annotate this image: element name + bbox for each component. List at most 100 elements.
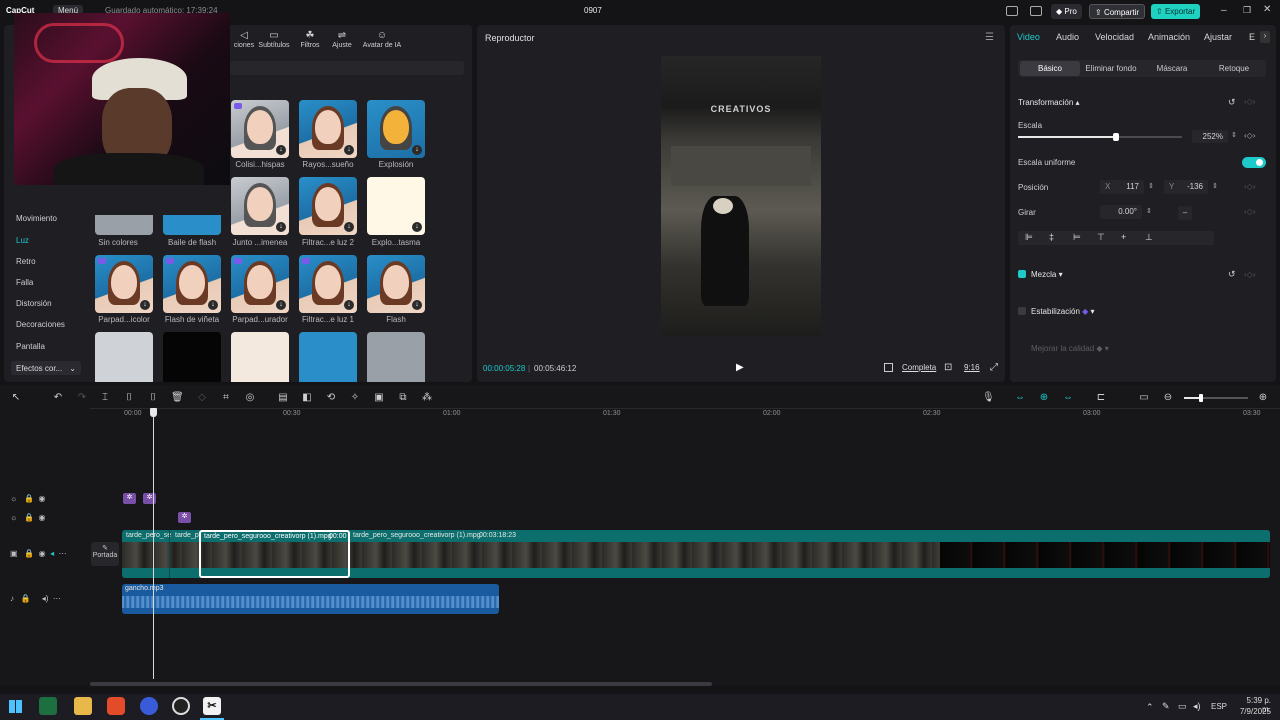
category-movimiento[interactable]: Movimiento	[16, 214, 57, 223]
blend-checkbox[interactable]	[1018, 270, 1026, 278]
category-distorsion[interactable]: Distorsión	[16, 299, 52, 308]
messenger-icon[interactable]	[140, 697, 158, 715]
effect-thumb[interactable]: ↓	[299, 177, 357, 235]
select-tool-icon[interactable]: ↖	[10, 392, 22, 404]
search-input[interactable]	[230, 61, 464, 75]
download-icon[interactable]: ↓	[276, 145, 286, 155]
effect-thumb-partial[interactable]	[367, 332, 425, 382]
reset-icon[interactable]: ↺	[1228, 269, 1236, 280]
shortcut-icon[interactable]	[1030, 6, 1042, 16]
rotate-input[interactable]: 0.00°	[1100, 205, 1142, 219]
video-preview[interactable]: CREATIVOS	[661, 56, 821, 336]
download-icon[interactable]: ↓	[344, 145, 354, 155]
effect-thumb[interactable]: ↓	[299, 100, 357, 158]
effect-clip[interactable]: ✲	[143, 493, 156, 504]
magic-icon[interactable]: ✧	[349, 392, 361, 404]
effect-thumb-partial[interactable]	[95, 332, 153, 382]
play-icon[interactable]: ▶	[736, 362, 744, 373]
effects-dropdown[interactable]: Efectos cor... ⌄	[11, 361, 81, 375]
lock-icon[interactable]: 🔒	[24, 549, 34, 558]
split-icon[interactable]: ⌶	[99, 392, 111, 404]
effect-tool-icon[interactable]: ⁂	[421, 392, 433, 404]
undo-icon[interactable]: ↶	[52, 392, 64, 404]
download-icon[interactable]: ↓	[412, 300, 422, 310]
subtitle-track-icon[interactable]: ▭	[1138, 392, 1150, 404]
subtab-basic[interactable]: Básico	[1020, 61, 1080, 76]
magnet-icon[interactable]: ⊕	[1038, 392, 1050, 404]
download-icon[interactable]: ↓	[412, 145, 422, 155]
effect-thumb[interactable]: ↓	[231, 177, 289, 235]
tab-adjust[interactable]: ⇌ Ajuste	[324, 30, 360, 49]
effect-thumb-partial[interactable]	[163, 215, 221, 235]
fullscreen-icon[interactable]: ⤢	[990, 362, 998, 373]
lock-icon[interactable]: 🔒	[24, 494, 34, 503]
effect-clip[interactable]: ✲	[178, 512, 191, 523]
download-icon[interactable]: ↓	[344, 300, 354, 310]
link-main-icon[interactable]: ⇔	[1014, 392, 1026, 404]
align-bottom-icon[interactable]: ⊥	[1145, 232, 1153, 243]
align-center-icon[interactable]: ‡	[1049, 232, 1054, 242]
eye-icon[interactable]: ◉	[38, 494, 45, 503]
effect-thumb[interactable]: ↓	[367, 100, 425, 158]
excel-icon[interactable]	[39, 697, 57, 715]
file-explorer-icon[interactable]	[74, 697, 92, 715]
screenshot-icon[interactable]: ⊡	[944, 362, 952, 373]
layout-icon[interactable]	[1006, 6, 1018, 16]
tab-video[interactable]: Video	[1017, 32, 1040, 42]
pen-icon[interactable]: ✎	[1162, 701, 1170, 712]
ai-tool-icon[interactable]: ◎	[244, 392, 256, 404]
blend-label[interactable]: Mezcla ▾	[1031, 270, 1063, 279]
crop-tool-icon[interactable]: ⌗	[220, 392, 232, 404]
microphone-icon[interactable]: 🎙	[982, 392, 995, 404]
brave-icon[interactable]	[107, 697, 125, 715]
subtab-mask[interactable]: Máscara	[1142, 61, 1202, 76]
lock-icon[interactable]: 🔒	[21, 594, 31, 603]
position-x-input[interactable]: X 117	[1100, 180, 1144, 194]
zoom-out-icon[interactable]: ⊖	[1162, 392, 1174, 404]
category-pantalla[interactable]: Pantalla	[16, 342, 45, 351]
maximize-icon[interactable]: ❐	[1243, 5, 1251, 16]
subtab-remove-bg[interactable]: Eliminar fondo	[1082, 61, 1140, 76]
timeline-scrollbar[interactable]	[90, 682, 712, 686]
effect-thumb[interactable]: ↓	[231, 255, 289, 313]
quality-select[interactable]: Completa	[902, 363, 936, 372]
effect-thumb-partial[interactable]	[163, 332, 221, 382]
rotate-stepper[interactable]: ⇕	[1146, 207, 1152, 215]
delete-icon[interactable]: 🗑	[171, 392, 184, 404]
effect-thumb-partial[interactable]	[299, 332, 357, 382]
obs-icon[interactable]	[172, 697, 190, 715]
rotate-dial[interactable]: –	[1178, 206, 1192, 220]
download-icon[interactable]: ↓	[412, 222, 422, 232]
zoom-in-icon[interactable]: ⊕	[1257, 392, 1269, 404]
language-indicator[interactable]: ESP	[1211, 702, 1227, 711]
mirror-icon[interactable]: ◧	[301, 392, 313, 404]
category-retro[interactable]: Retro	[16, 257, 36, 266]
tab-animation[interactable]: Animación	[1148, 32, 1190, 42]
tab-subtitles[interactable]: ▭ Subtítulos	[256, 30, 292, 49]
keyframe-icon[interactable]: ‹◇›	[1244, 207, 1255, 216]
export-frame-icon[interactable]: ⧉	[397, 392, 409, 404]
eye-icon[interactable]: ◉	[39, 549, 46, 558]
export-button[interactable]: ⇧ Exportar	[1151, 4, 1201, 19]
scale-input[interactable]: 252%	[1192, 130, 1228, 143]
share-button[interactable]: ⇪ Compartir	[1089, 4, 1146, 19]
chevron-right-icon[interactable]: ›	[1260, 31, 1270, 43]
keyframe-icon[interactable]: ‹◇›	[1244, 97, 1255, 106]
align-top-icon[interactable]: ⊤	[1097, 232, 1105, 243]
pro-button[interactable]: ◆ Pro	[1051, 4, 1082, 19]
lock-icon[interactable]: 🔒	[24, 513, 34, 522]
preview-axis-icon[interactable]: ⊏	[1095, 392, 1107, 404]
position-y-input[interactable]: Y -136	[1164, 180, 1208, 194]
zoom-slider[interactable]	[1184, 394, 1248, 402]
effect-thumb[interactable]: ↓	[367, 255, 425, 313]
minimize-icon[interactable]: –	[1221, 5, 1227, 16]
effect-thumb-partial[interactable]	[95, 215, 153, 235]
uniform-scale-toggle[interactable]	[1242, 157, 1266, 168]
audio-toggle-icon[interactable]: ◂	[50, 549, 54, 558]
effect-thumb[interactable]: ↓	[231, 100, 289, 158]
effect-thumb[interactable]: ↓	[163, 255, 221, 313]
audio-clip[interactable]: gancho.mp3	[122, 584, 499, 614]
more-icon[interactable]: ⋯	[53, 594, 61, 603]
download-icon[interactable]: ↓	[208, 300, 218, 310]
download-icon[interactable]: ↓	[344, 222, 354, 232]
